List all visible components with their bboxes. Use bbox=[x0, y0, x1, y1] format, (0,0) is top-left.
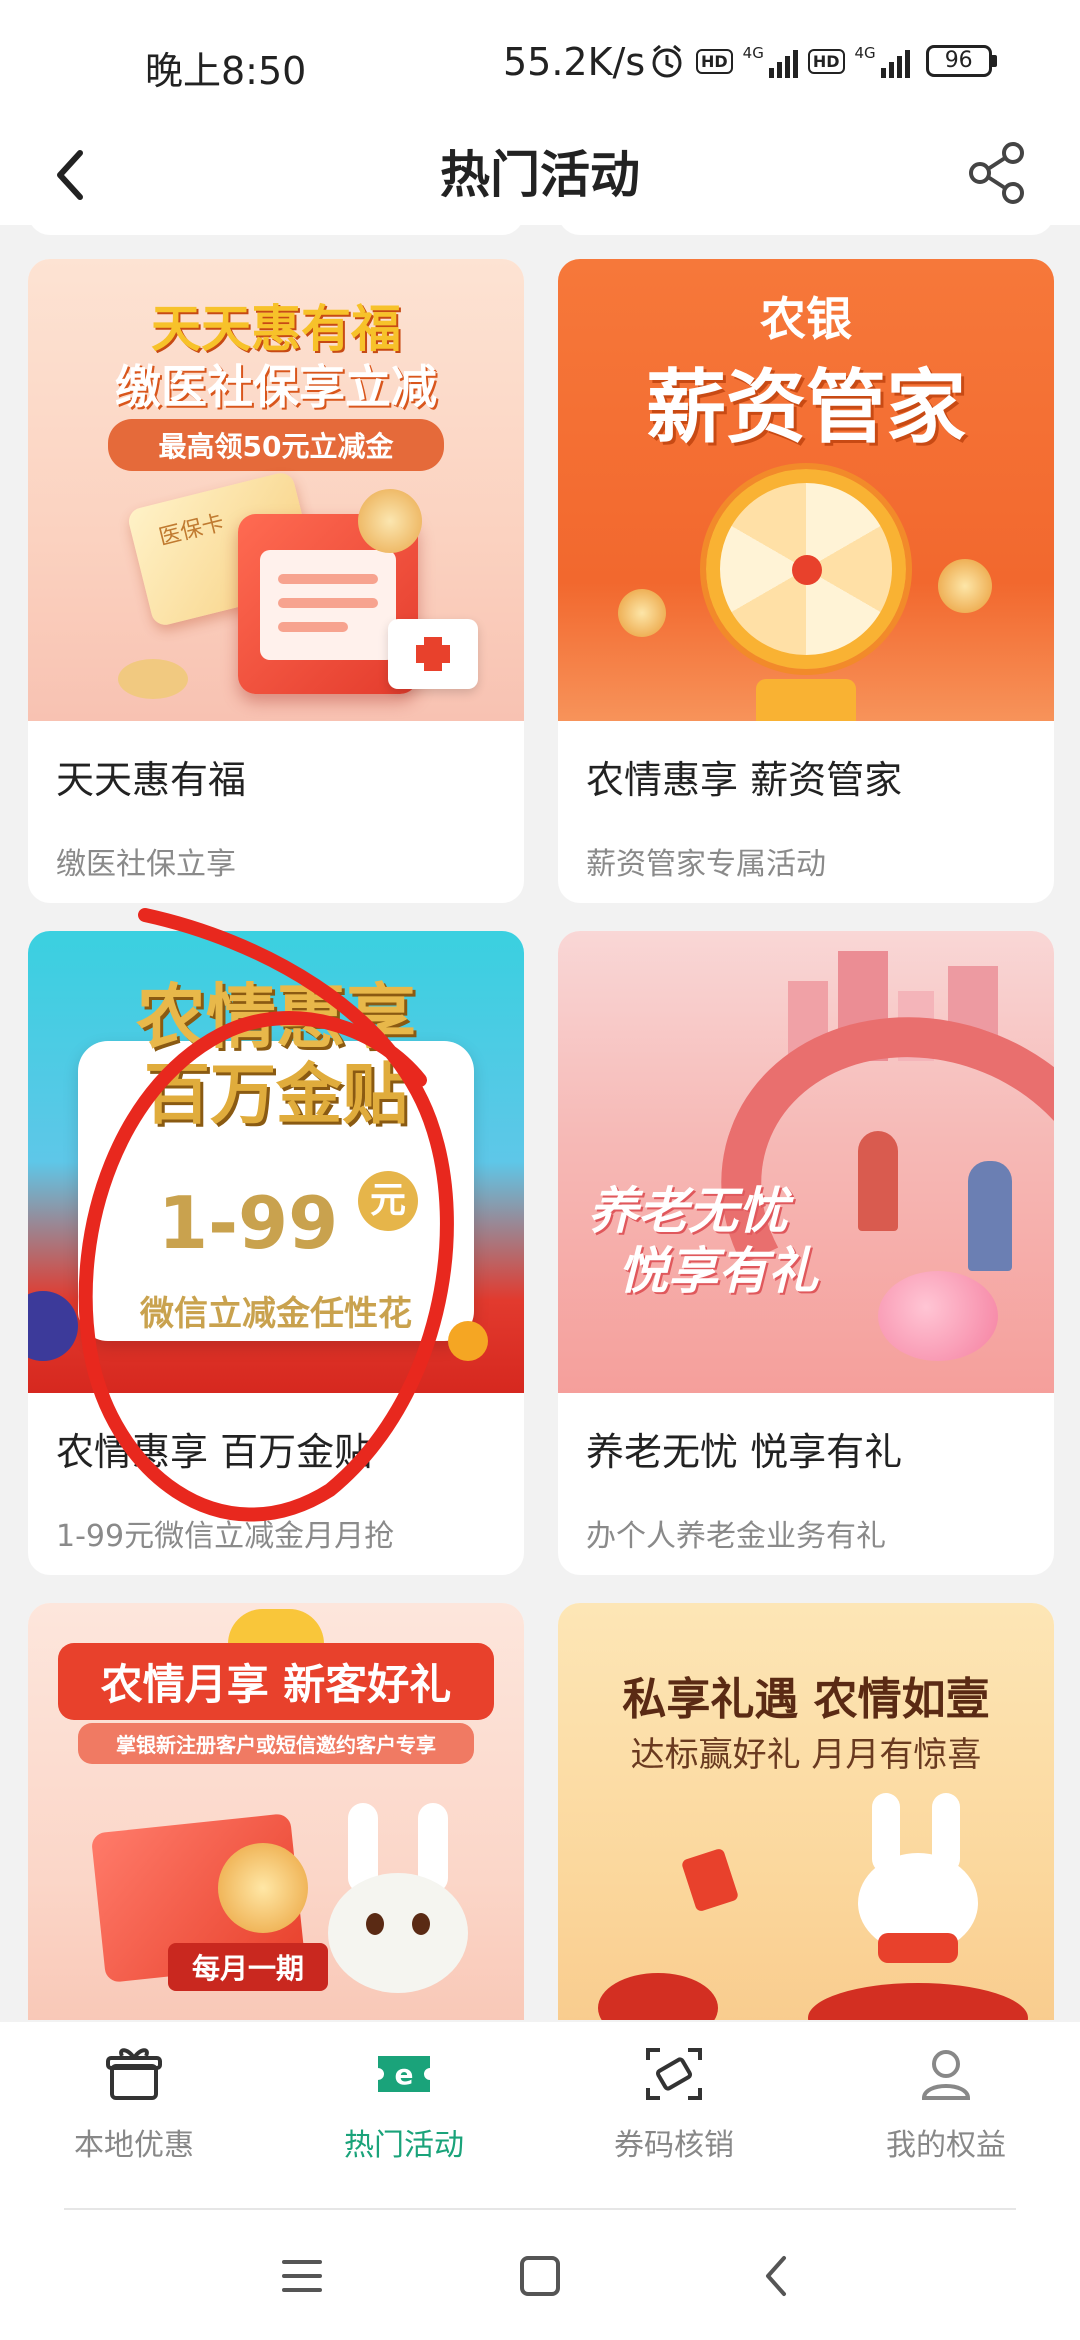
status-time: 晚上8:50 bbox=[145, 49, 307, 93]
home-button[interactable] bbox=[510, 2246, 570, 2306]
banner-headline-2: 薪资管家 bbox=[646, 361, 966, 454]
banner-tagline: 掌银新注册客户或短信邀约客户专享 bbox=[78, 1723, 474, 1764]
nav-local-deals[interactable]: 本地优惠 bbox=[34, 2042, 234, 2164]
banner-headline: 私享礼遇 农情如壹 bbox=[622, 1674, 990, 1725]
scan-coupon-icon bbox=[646, 2048, 702, 2100]
nav-label: 本地优惠 bbox=[74, 2128, 194, 2163]
activity-card-tiantian[interactable]: 天天惠有福 缴医社保享立减 最高领50元立减金 医保卡 天天惠有福 缴医社保立享 bbox=[28, 259, 524, 903]
card-banner: 养老无忧 悦享有礼 bbox=[558, 931, 1054, 1393]
nav-label: 我的权益 bbox=[886, 2128, 1006, 2163]
card-subtitle: 办个人养老金业务有礼 bbox=[586, 1519, 886, 1554]
gold-coin-icon bbox=[218, 1843, 308, 1933]
rabbit-mascot bbox=[328, 1803, 468, 2003]
signal-icon: 4G bbox=[855, 44, 910, 78]
coin-icon bbox=[618, 589, 666, 637]
drum-illustration bbox=[598, 1973, 718, 2020]
banner-headline: 农情月享 新客好礼 bbox=[58, 1643, 494, 1720]
alarm-icon bbox=[652, 44, 682, 78]
card-title: 天天惠有福 bbox=[56, 758, 247, 802]
app-header: 热门活动 bbox=[0, 125, 1080, 225]
battery-icon: 96 bbox=[925, 45, 997, 77]
activity-card-partial[interactable] bbox=[28, 225, 524, 235]
menu-button[interactable] bbox=[272, 2246, 332, 2306]
card-title: 农情惠享 薪资管家 bbox=[586, 758, 903, 802]
activity-card-million-subsidy[interactable]: 农情惠享 百万金贴 1-99 元 微信立减金任性花 农情惠享 百万金贴 1-99… bbox=[28, 931, 524, 1575]
ball-decoration bbox=[448, 1321, 488, 1361]
card-subtitle: 缴医社保立享 bbox=[56, 847, 236, 882]
card-banner: 农情月享 新客好礼 掌银新注册客户或短信邀约客户专享 每月一期 bbox=[28, 1603, 524, 2020]
family-illustration bbox=[858, 1131, 898, 1231]
home-square-icon bbox=[520, 2256, 560, 2296]
activity-card-new-customer[interactable]: 农情月享 新客好礼 掌银新注册客户或短信邀约客户专享 每月一期 bbox=[28, 1603, 524, 2020]
coin-icon bbox=[938, 559, 992, 613]
prize-wheel-illustration bbox=[706, 469, 906, 669]
banner-badge: 每月一期 bbox=[168, 1943, 328, 1991]
nav-coupon-redeem[interactable]: 券码核销 bbox=[574, 2042, 774, 2164]
card-banner: 天天惠有福 缴医社保享立减 最高领50元立减金 医保卡 bbox=[28, 259, 524, 721]
coin-icon bbox=[358, 489, 422, 553]
page-title: 热门活动 bbox=[440, 146, 640, 204]
banner-amount: 1-99 bbox=[158, 1181, 339, 1265]
banner-headline-2: 悦享有礼 bbox=[618, 1242, 818, 1300]
wheel-stand bbox=[756, 679, 856, 721]
activity-card-salary[interactable]: 农银 薪资管家 农情惠享 薪资管家 薪资管家专属活动 bbox=[558, 259, 1054, 903]
ticket-e-icon: e bbox=[378, 2056, 430, 2092]
card-banner: 农情惠享 百万金贴 1-99 元 微信立减金任性花 bbox=[28, 931, 524, 1393]
first-aid-kit-icon bbox=[388, 619, 478, 689]
menu-icon bbox=[282, 2260, 322, 2292]
banner-tagline: 最高领50元立减金 bbox=[108, 419, 444, 471]
system-nav-bar bbox=[0, 2212, 1080, 2340]
card-subtitle: 1-99元微信立减金月月抢 bbox=[56, 1519, 395, 1554]
share-icon bbox=[969, 142, 1024, 204]
banner-headline-2: 百万金贴 bbox=[144, 1056, 408, 1133]
signal-icon: 4G bbox=[743, 44, 798, 78]
card-banner: 农银 薪资管家 bbox=[558, 259, 1054, 721]
nav-label: 热门活动 bbox=[344, 2128, 464, 2163]
hd-icon: HD bbox=[807, 48, 845, 74]
bottom-nav: 本地优惠 e 热门活动 券码核销 我的权益 bbox=[0, 2022, 1080, 2212]
activity-card-pension[interactable]: 养老无忧 悦享有礼 养老无忧 悦享有礼 办个人养老金业务有礼 bbox=[558, 931, 1054, 1575]
elderly-illustration bbox=[968, 1161, 1012, 1271]
card-subtitle: 薪资管家专属活动 bbox=[586, 847, 826, 882]
nav-label: 券码核销 bbox=[614, 2128, 734, 2163]
nav-divider bbox=[64, 2208, 1016, 2210]
banner-tagline: 微信立减金任性花 bbox=[140, 1294, 412, 1334]
banner-headline-2: 缴医社保享立减 bbox=[115, 360, 437, 414]
card-title: 农情惠享 百万金贴 bbox=[56, 1430, 373, 1474]
gift-icon bbox=[106, 2048, 162, 2100]
medical-card-label: 医保卡 bbox=[156, 510, 227, 551]
red-envelope-icon bbox=[680, 1847, 740, 1913]
nav-hot-activities[interactable]: e 热门活动 bbox=[304, 2042, 504, 2164]
system-back-button[interactable] bbox=[748, 2246, 808, 2306]
card-title: 养老无忧 悦享有礼 bbox=[586, 1430, 903, 1474]
activity-card-partial[interactable] bbox=[558, 225, 1054, 235]
card-banner: 私享礼遇 农情如壹 达标赢好礼 月月有惊喜 bbox=[558, 1603, 1054, 2020]
share-button[interactable] bbox=[958, 133, 1038, 213]
banner-unit: 元 bbox=[358, 1171, 418, 1231]
back-triangle-icon bbox=[766, 2256, 786, 2296]
user-icon bbox=[921, 2050, 971, 2100]
banner-headline: 农银 bbox=[760, 292, 852, 346]
activity-card-private-gift[interactable]: 私享礼遇 农情如壹 达标赢好礼 月月有惊喜 bbox=[558, 1603, 1054, 2020]
rabbit-mascot bbox=[848, 1793, 988, 1963]
status-bar: 晚上8:50 55.2K/s HD 4G HD 4G 96 bbox=[0, 0, 1080, 125]
activity-list[interactable]: 天天惠有福 缴医社保享立减 最高领50元立减金 医保卡 天天惠有福 缴医社保立享 bbox=[0, 225, 1080, 2020]
status-icons: HD 4G HD 4G 96 bbox=[648, 42, 997, 80]
coin-stack-icon bbox=[118, 659, 188, 699]
network-speed: 55.2K/s bbox=[503, 40, 646, 84]
nav-my-benefits[interactable]: 我的权益 bbox=[846, 2042, 1046, 2164]
svg-text:e: e bbox=[395, 2058, 414, 2091]
piggy-bank-illustration bbox=[878, 1271, 998, 1361]
banner-tagline: 达标赢好礼 月月有惊喜 bbox=[630, 1735, 982, 1775]
hd-icon: HD bbox=[696, 48, 733, 74]
stage-illustration bbox=[808, 1983, 1028, 2020]
